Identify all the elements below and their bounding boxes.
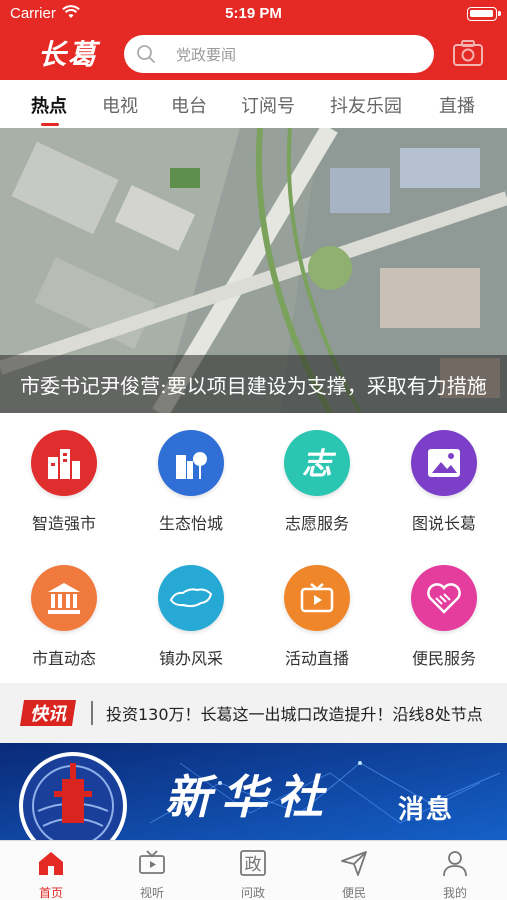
- news-flash-badge: 快讯: [20, 700, 76, 726]
- grid-label: 智造强市: [31, 514, 96, 533]
- grid-label: 图说长葛: [411, 514, 476, 533]
- volunteer-icon: 志: [284, 430, 350, 496]
- grid-label: 镇办风采: [158, 649, 223, 668]
- grid-label: 志愿服务: [284, 514, 349, 533]
- divider: [91, 701, 93, 725]
- inquiry-icon: 政: [240, 850, 266, 876]
- inquiry-glyph: 政: [245, 855, 262, 875]
- buildings-icon: [31, 430, 97, 496]
- grid-item-city-news[interactable]: 市直动态: [9, 565, 119, 685]
- bottom-nav: 首页 视听 政 问政 便民 我的: [0, 840, 507, 900]
- tab-radio[interactable]: 电台: [171, 92, 207, 118]
- live-tv-icon: [284, 565, 350, 631]
- nav-media[interactable]: 视听: [112, 841, 192, 900]
- xinhua-ad-banner[interactable]: 新华社 消息: [0, 743, 507, 840]
- tab-live[interactable]: 直播: [439, 92, 475, 118]
- grid-item-picture-city[interactable]: 图说长葛: [389, 430, 499, 550]
- grid-item-town-style[interactable]: 镇办风采: [136, 565, 246, 685]
- search-placeholder: 党政要闻: [176, 46, 237, 64]
- grid-item-eco-city[interactable]: 生态怡城: [136, 430, 246, 550]
- nav-label: 我的: [442, 886, 467, 900]
- search-bar[interactable]: 党政要闻: [124, 35, 434, 73]
- headline-banner[interactable]: 市委书记尹俊营:要以项目建设为支撑，采取有力措施: [0, 128, 507, 413]
- ad-title: 新华社: [165, 770, 333, 824]
- channel-tabs: 热点 电视 电台 订阅号 抖友乐园 直播: [0, 80, 507, 128]
- nav-inquiry[interactable]: 政 问政: [213, 841, 293, 900]
- grid-label: 活动直播: [284, 649, 349, 668]
- camera-icon[interactable]: [452, 39, 484, 67]
- nav-label: 首页: [38, 886, 63, 900]
- grid-item-volunteer[interactable]: 志 志愿服务: [262, 430, 372, 550]
- news-flash-ticker[interactable]: 快讯 投资130万！长葛这一出城口改造提升！沿线8处节点: [0, 683, 507, 743]
- nav-label: 便民: [341, 886, 366, 900]
- app-header: Carrier 5:19 PM 长葛 党政要闻: [0, 0, 507, 80]
- tv-icon: [139, 850, 165, 874]
- grid-item-public-services[interactable]: 便民服务: [389, 565, 499, 685]
- clock: 5:19 PM: [225, 5, 282, 22]
- news-flash-headline: 投资130万！长葛这一出城口改造提升！沿线8处节点: [106, 705, 483, 724]
- tab-tv[interactable]: 电视: [102, 92, 138, 118]
- send-icon: [341, 851, 367, 876]
- handshake-heart-icon: [411, 565, 477, 631]
- user-icon: [443, 851, 467, 877]
- app-logo: 长葛: [38, 38, 99, 71]
- search-icon: [137, 45, 155, 63]
- tab-douyou[interactable]: 抖友乐园: [330, 92, 402, 118]
- grid-item-live-events[interactable]: 活动直播: [262, 565, 372, 685]
- grid-label: 便民服务: [411, 649, 476, 668]
- active-tab-indicator: [41, 123, 59, 126]
- nav-home[interactable]: 首页: [11, 841, 91, 900]
- grid-label: 市直动态: [31, 649, 96, 668]
- nav-convenience[interactable]: 便民: [314, 841, 394, 900]
- nav-label: 问政: [240, 886, 265, 900]
- tab-hot[interactable]: 热点: [31, 92, 67, 118]
- xinhua-emblem-icon: [19, 752, 127, 840]
- svg-text:志: 志: [302, 447, 337, 482]
- home-icon: [39, 852, 63, 875]
- battery-icon: [467, 7, 501, 21]
- ad-subtitle: 消息: [398, 795, 455, 825]
- grid-item-smart-manufacturing[interactable]: 智造强市: [9, 430, 119, 550]
- picture-icon: [411, 430, 477, 496]
- tab-subscriptions[interactable]: 订阅号: [241, 92, 295, 118]
- map-icon: [158, 565, 224, 631]
- status-bar: Carrier 5:19 PM: [0, 0, 507, 28]
- grid-label: 生态怡城: [158, 514, 223, 533]
- news-flash-badge-text: 快讯: [30, 704, 68, 725]
- government-building-icon: [31, 565, 97, 631]
- nav-profile[interactable]: 我的: [415, 841, 495, 900]
- nav-label: 视听: [139, 886, 164, 900]
- eco-city-icon: [158, 430, 224, 496]
- banner-caption: 市委书记尹俊营:要以项目建设为支撑，采取有力措施: [20, 374, 487, 398]
